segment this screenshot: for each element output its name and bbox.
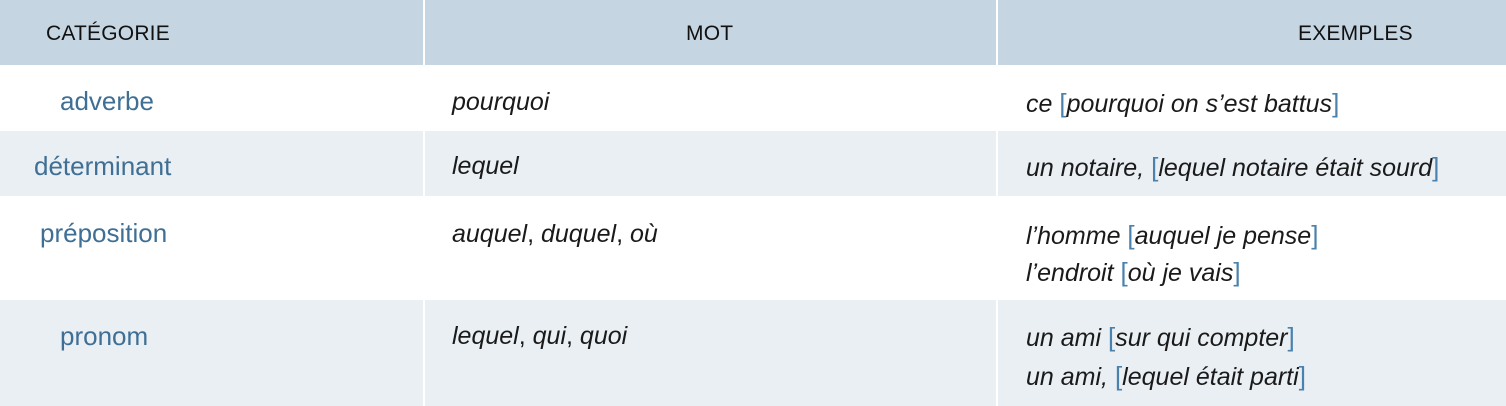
example-line: un ami, [lequel était parti] [1026,361,1306,392]
word: quoi [579,322,628,350]
category-cell: pronom [60,321,149,351]
word-separator: , [616,220,630,248]
word: lequel [452,152,519,180]
example-lead: un notaire, [1026,154,1152,182]
example-phrase: lequel était parti [1122,363,1299,391]
word-cell: lequel [452,152,519,181]
category-cell: déterminant [34,151,172,181]
example-lead: ce [1026,90,1060,118]
column-divider [423,0,425,406]
word: où [629,220,658,248]
example-lead: l’endroit [1026,259,1121,287]
word-cell: pourquoi [452,88,549,117]
word: duquel [540,220,617,248]
example-lead: un ami, [1026,363,1115,391]
header-exemples: EXEMPLES [1298,22,1413,45]
bracket-close: ] [1432,152,1440,182]
word: lequel [452,322,519,350]
word: pourquoi [452,88,550,116]
bracket-close: ] [1311,220,1319,250]
example-lead: un ami [1026,324,1108,352]
word-separator: , [566,322,580,350]
header-mot: MOT [686,22,734,45]
column-divider [996,0,998,406]
table-row: pronom lequel, qui, quoi un ami [sur qui… [0,299,1506,406]
row-divider [0,196,1506,198]
example-phrase: auquel je pense [1134,222,1312,250]
table-row: préposition auquel, duquel, où l’homme [… [0,197,1506,299]
grammar-table: CATÉGORIE MOT EXEMPLES adverbe pourquoi … [0,0,1506,406]
table-row: adverbe pourquoi ce [pourquoi on s’est b… [0,66,1506,130]
word: auquel [452,220,528,248]
example-phrase: lequel notaire était sourd [1158,154,1433,182]
example-phrase: sur qui compter [1115,324,1288,352]
word-cell: lequel, qui, quoi [452,322,627,351]
bracket-open: [ [1120,257,1128,287]
bracket-open: [ [1059,88,1067,118]
example-line: l’endroit [où je vais] [1026,257,1241,288]
bracket-close: ] [1287,322,1295,352]
example-line: l’homme [auquel je pense] [1026,220,1318,251]
example-phrase: où je vais [1127,259,1234,287]
example-lead: l’homme [1026,222,1128,250]
bracket-open: [ [1127,220,1135,250]
bracket-close: ] [1233,257,1241,287]
word-separator: , [518,322,533,350]
bracket-close: ] [1332,88,1340,118]
row-divider [0,65,1506,67]
table-row: déterminant lequel un notaire, [lequel n… [0,130,1506,197]
row-divider [0,129,1506,131]
word: qui [532,322,567,350]
category-cell: préposition [40,218,168,248]
example-line: ce [pourquoi on s’est battus] [1026,88,1339,119]
example-line: un ami [sur qui compter] [1026,322,1295,353]
example-phrase: pourquoi on s’est battus [1066,90,1333,118]
word-cell: auquel, duquel, où [452,220,658,249]
header-categorie: CATÉGORIE [46,22,170,45]
table-header: CATÉGORIE MOT EXEMPLES [0,0,1506,66]
bracket-close: ] [1298,361,1306,391]
row-divider [0,298,1506,300]
word-separator: , [527,220,541,248]
category-cell: adverbe [60,86,154,116]
example-line: un notaire, [lequel notaire était sourd] [1026,152,1439,183]
